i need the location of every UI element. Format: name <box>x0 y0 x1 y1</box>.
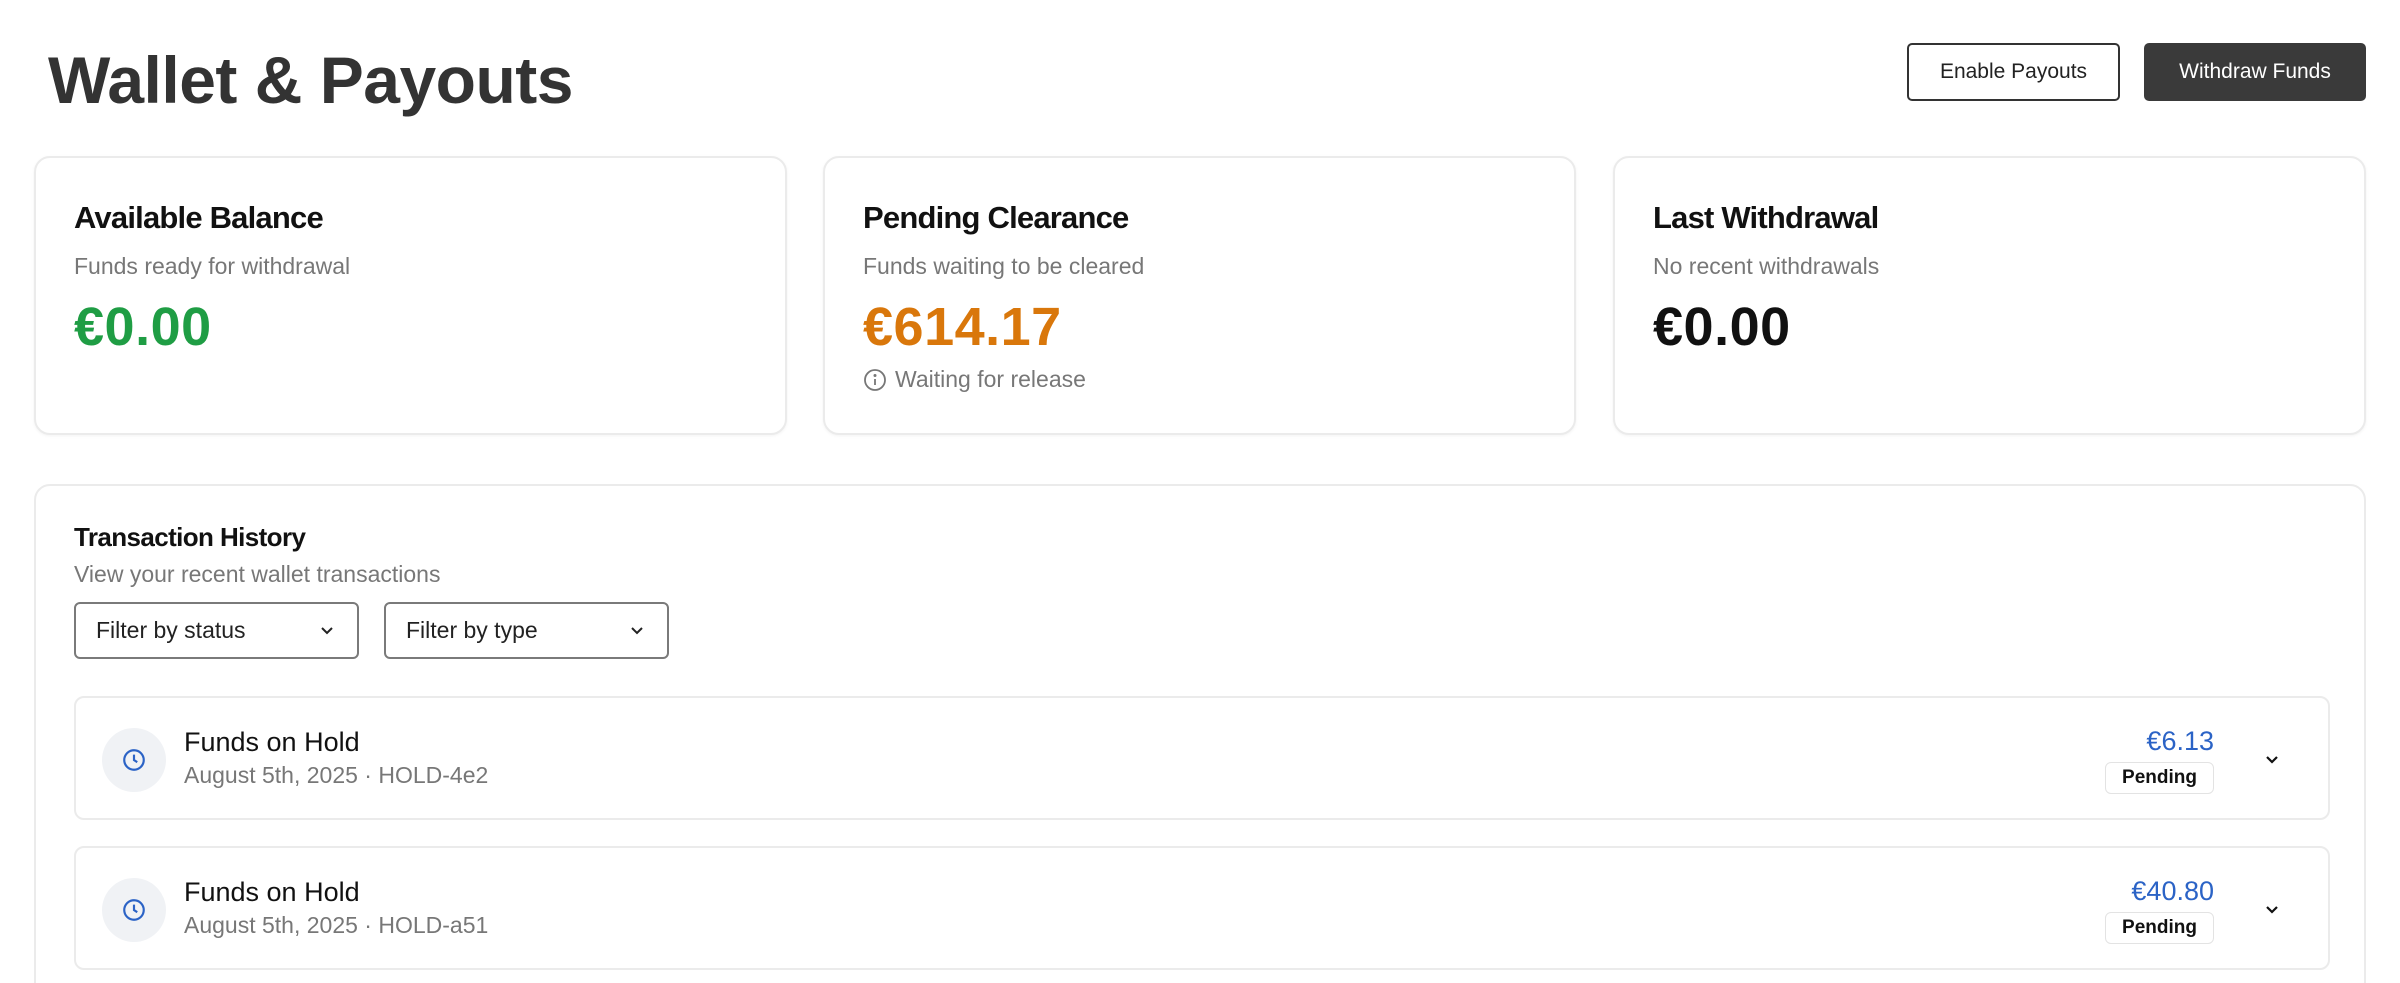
status-filter-label: Filter by status <box>96 617 246 643</box>
transaction-amount: €6.13 <box>2146 726 2214 756</box>
clock-icon <box>102 728 166 792</box>
transaction-meta: August 5th, 2025 · HOLD-4e2 <box>184 762 489 788</box>
available-balance-card: Available Balance Funds ready for withdr… <box>34 156 787 435</box>
expand-chevron-icon[interactable] <box>2260 898 2284 922</box>
page-title: Wallet & Payouts <box>48 43 574 117</box>
transaction-amount: €40.80 <box>2131 876 2214 906</box>
last-withdrawal-value: €0.00 <box>1653 297 1791 357</box>
card-title: Last Withdrawal <box>1653 200 1879 235</box>
card-subtitle: Funds ready for withdrawal <box>74 253 351 279</box>
card-subtitle: Funds waiting to be cleared <box>863 253 1145 279</box>
withdraw-funds-button[interactable]: Withdraw Funds <box>2144 43 2366 101</box>
pending-note: Waiting for release <box>863 366 1086 393</box>
transaction-meta: August 5th, 2025 · HOLD-a51 <box>184 912 489 938</box>
pending-clearance-value: €614.17 <box>863 297 1062 357</box>
transaction-row[interactable]: Funds on Hold August 5th, 2025 · HOLD-4e… <box>74 696 2330 820</box>
status-badge: Pending <box>2105 912 2214 944</box>
transaction-title: Funds on Hold <box>184 727 360 757</box>
pending-note-text: Waiting for release <box>895 366 1086 392</box>
transaction-title: Funds on Hold <box>184 877 360 907</box>
type-filter-select[interactable]: Filter by type <box>384 602 669 659</box>
expand-chevron-icon[interactable] <box>2260 748 2284 772</box>
status-badge: Pending <box>2105 762 2214 794</box>
transaction-history-panel: Transaction History View your recent wal… <box>34 484 2366 983</box>
info-icon <box>863 368 887 392</box>
transaction-row[interactable]: Funds on Hold August 5th, 2025 · HOLD-a5… <box>74 846 2330 970</box>
chevron-down-icon <box>627 621 647 641</box>
pending-clearance-card: Pending Clearance Funds waiting to be cl… <box>823 156 1576 435</box>
chevron-down-icon <box>317 621 337 641</box>
clock-icon <box>102 878 166 942</box>
card-title: Available Balance <box>74 200 324 235</box>
transaction-history-title: Transaction History <box>74 522 306 552</box>
transaction-history-subtitle: View your recent wallet transactions <box>74 561 441 587</box>
card-subtitle: No recent withdrawals <box>1653 253 1880 279</box>
last-withdrawal-card: Last Withdrawal No recent withdrawals €0… <box>1613 156 2366 435</box>
card-title: Pending Clearance <box>863 200 1129 235</box>
type-filter-label: Filter by type <box>406 617 538 643</box>
available-balance-value: €0.00 <box>74 297 212 357</box>
enable-payouts-button[interactable]: Enable Payouts <box>1907 43 2120 101</box>
status-filter-select[interactable]: Filter by status <box>74 602 359 659</box>
